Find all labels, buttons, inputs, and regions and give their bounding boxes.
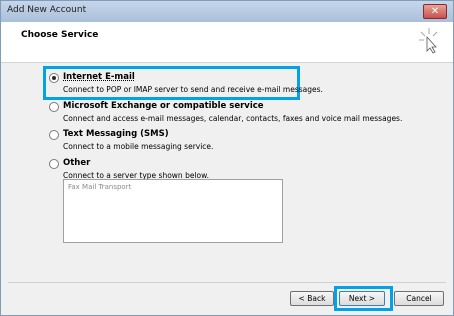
page-title: Choose Service <box>21 30 99 40</box>
other-label[interactable]: Other <box>63 158 90 168</box>
other-radio[interactable] <box>49 159 59 169</box>
add-new-account-dialog: Add New Account ✕ Choose Service Interne… <box>0 0 454 316</box>
sms-label[interactable]: Text Messaging (SMS) <box>63 129 169 139</box>
back-button[interactable]: < Back <box>290 291 334 306</box>
sms-description: Connect to a mobile messaging service. <box>63 142 214 151</box>
sms-radio[interactable] <box>49 130 59 140</box>
footer-divider <box>8 282 446 283</box>
internet-email-label[interactable]: Internet E-mail <box>63 72 135 82</box>
close-button[interactable]: ✕ <box>423 4 447 19</box>
window-title: Add New Account <box>7 5 87 15</box>
wizard-header: Choose Service <box>1 22 453 63</box>
exchange-radio[interactable] <box>49 102 59 112</box>
other-server-type-list: Fax Mail Transport <box>63 179 283 243</box>
next-button[interactable]: Next > <box>339 291 385 306</box>
cancel-button[interactable]: Cancel <box>394 291 444 306</box>
exchange-label[interactable]: Microsoft Exchange or compatible service <box>63 101 264 111</box>
title-bar: Add New Account ✕ <box>1 1 453 22</box>
pointer-sparkle-icon <box>419 28 438 54</box>
internet-email-radio[interactable] <box>49 73 59 83</box>
list-item: Fax Mail Transport <box>68 183 132 191</box>
exchange-description: Connect and access e-mail messages, cale… <box>63 114 403 123</box>
internet-email-description: Connect to POP or IMAP server to send an… <box>63 85 323 94</box>
